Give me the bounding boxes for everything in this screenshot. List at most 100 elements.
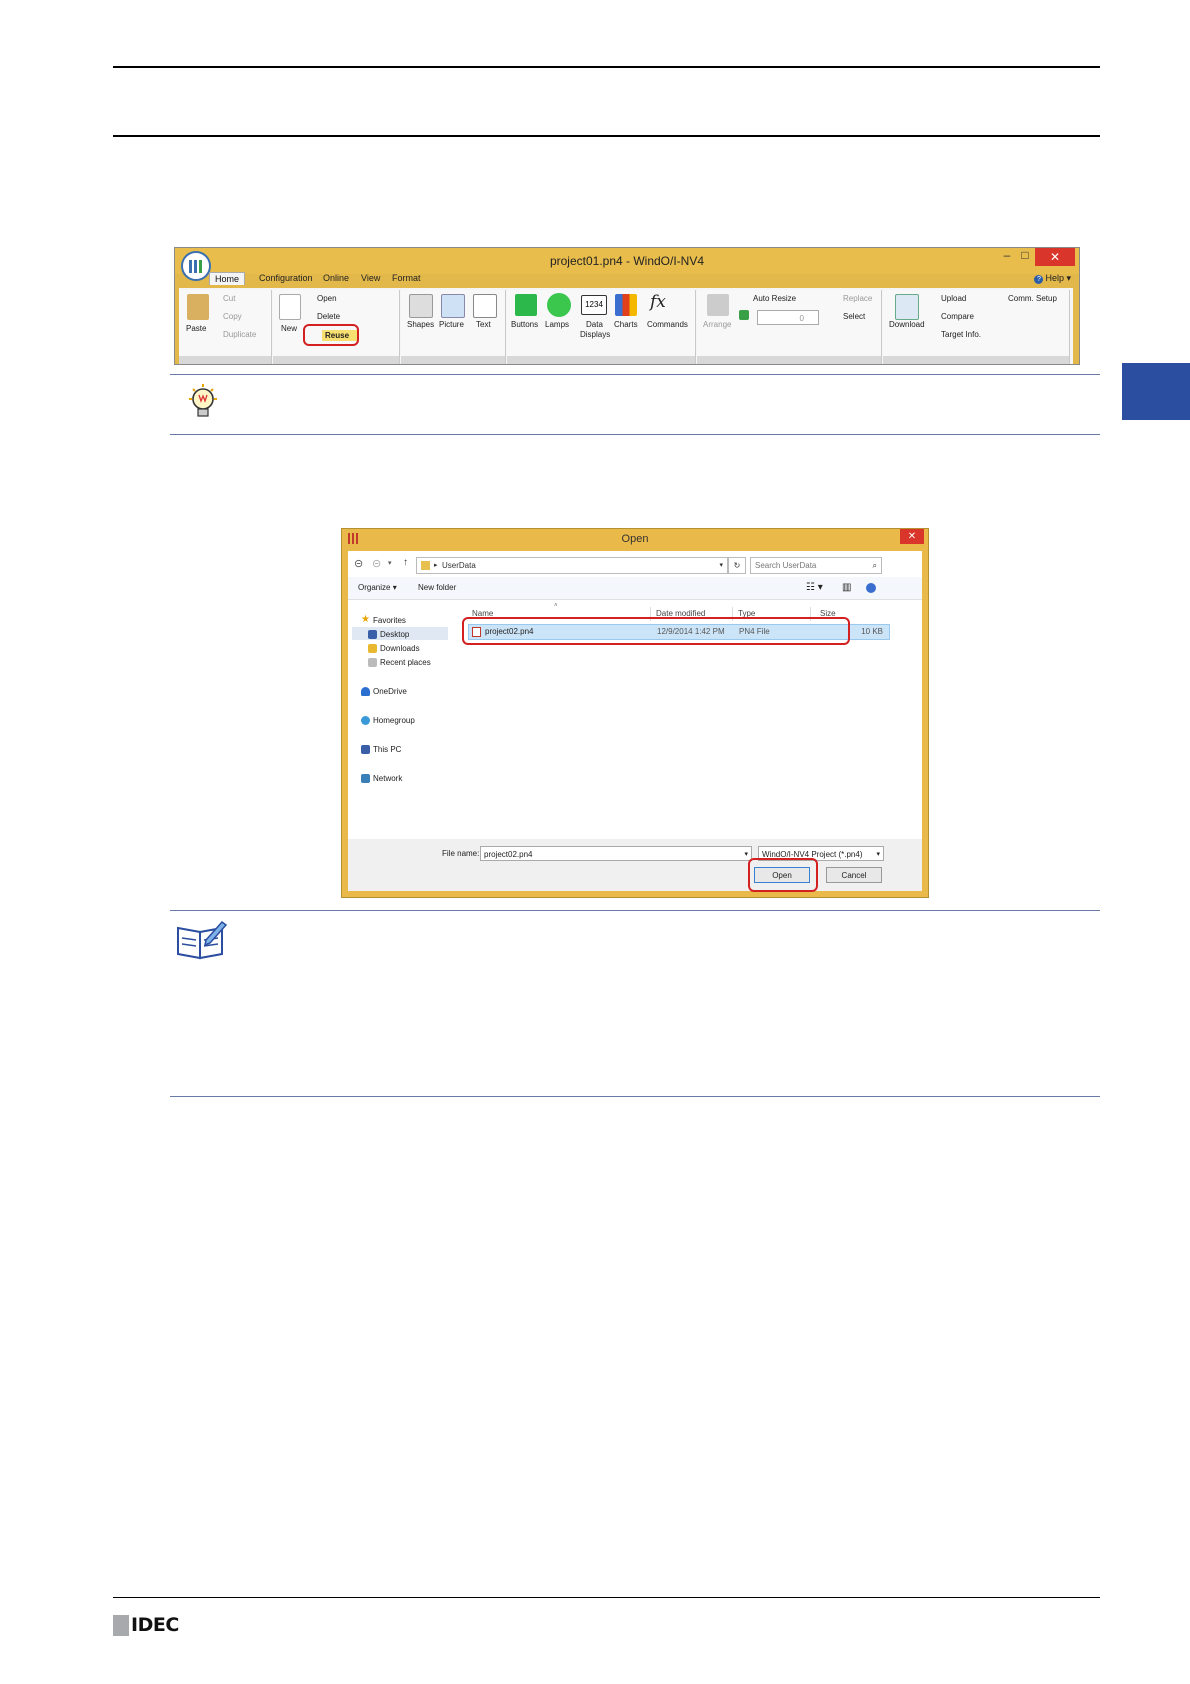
- picture-button[interactable]: Picture: [439, 320, 464, 329]
- copy-button[interactable]: Copy: [223, 312, 242, 321]
- replace-button[interactable]: Replace: [843, 294, 872, 303]
- open-button[interactable]: Open: [317, 294, 337, 303]
- shapes-button[interactable]: Shapes: [407, 320, 434, 329]
- buttons-icon[interactable]: [515, 294, 537, 316]
- select-button[interactable]: Select: [843, 312, 865, 321]
- screen-footer: [273, 356, 399, 364]
- dialog-close-icon[interactable]: ✕: [900, 529, 924, 544]
- arrange-icon[interactable]: [707, 294, 729, 316]
- forward-icon[interactable]: ⊝: [372, 557, 381, 570]
- upload-button[interactable]: Upload: [941, 294, 966, 303]
- target-info-button[interactable]: Target Info.: [941, 330, 981, 339]
- shapes-icon[interactable]: [409, 294, 433, 318]
- resize-icon: [739, 310, 749, 320]
- arrange-button[interactable]: Arrange: [703, 320, 731, 329]
- idec-logo: IDEC: [113, 1615, 185, 1636]
- idec-logo-text: IDEC: [131, 1614, 179, 1636]
- tab-home[interactable]: Home: [209, 272, 246, 285]
- nav-desktop[interactable]: Desktop: [380, 630, 409, 639]
- top-rule: [113, 66, 1100, 68]
- paste-button[interactable]: Paste: [186, 324, 206, 333]
- nav-onedrive[interactable]: OneDrive: [373, 687, 407, 696]
- help-icon[interactable]: [866, 583, 876, 593]
- file-type-dropdown-icon[interactable]: ▾: [876, 847, 880, 862]
- new-button[interactable]: New: [281, 324, 297, 333]
- path-separator: ▸: [434, 562, 438, 569]
- nav-network[interactable]: Network: [373, 774, 402, 783]
- text-icon[interactable]: [473, 294, 497, 318]
- file-name-dropdown-icon[interactable]: ▾: [744, 847, 748, 862]
- dialog-bottom: File name: project02.pn4 ▾ WindO/I-NV4 P…: [348, 839, 922, 892]
- organize-button[interactable]: Organize ▾: [358, 583, 397, 592]
- charts-icon[interactable]: [615, 294, 637, 316]
- tab-online[interactable]: Online: [323, 273, 349, 283]
- help-label: Help: [1045, 273, 1064, 283]
- address-bar[interactable]: ▸ UserData ▾: [416, 557, 728, 574]
- recent-places-icon: [368, 658, 377, 667]
- text-button[interactable]: Text: [476, 320, 491, 329]
- nav-this-pc[interactable]: This PC: [373, 745, 401, 754]
- desktop-icon: [368, 630, 377, 639]
- search-input[interactable]: Search UserData ⌕: [750, 557, 882, 574]
- file-name-input[interactable]: project02.pn4 ▾: [480, 846, 752, 861]
- dialog-content: ⊝ ⊝ ▾ ↑ ▸ UserData ▾ ↻ Search UserData ⌕…: [348, 551, 922, 892]
- address-dropdown-icon[interactable]: ▾: [719, 558, 723, 573]
- cancel-button[interactable]: Cancel: [826, 867, 882, 883]
- download-icon[interactable]: [895, 294, 919, 320]
- lamps-button[interactable]: Lamps: [545, 320, 569, 329]
- compare-button[interactable]: Compare: [941, 312, 974, 321]
- network-icon: [361, 774, 370, 783]
- buttons-button[interactable]: Buttons: [511, 320, 538, 329]
- homegroup-icon: [361, 716, 370, 725]
- picture-icon[interactable]: [441, 294, 465, 318]
- note-bottom-rule: [170, 1096, 1100, 1097]
- dialog-title: Open: [621, 533, 649, 545]
- preview-pane-icon[interactable]: ▥: [842, 582, 851, 593]
- new-screen-icon[interactable]: [279, 294, 301, 320]
- auto-resize-button[interactable]: Auto Resize: [753, 294, 796, 303]
- lamps-icon[interactable]: [547, 293, 571, 317]
- tab-format[interactable]: Format: [392, 273, 421, 283]
- download-button[interactable]: Download: [889, 320, 925, 329]
- nav-downloads[interactable]: Downloads: [380, 644, 420, 653]
- data-displays-icon[interactable]: 1234: [581, 295, 607, 315]
- ribbon-tabs: Home Configuration Online View Format ? H…: [175, 272, 1079, 288]
- delete-button[interactable]: Delete: [317, 312, 340, 321]
- favorites-star-icon: ★: [361, 614, 370, 625]
- duplicate-button[interactable]: Duplicate: [223, 330, 256, 339]
- resize-value-input[interactable]: 0: [757, 310, 819, 325]
- this-pc-icon: [361, 745, 370, 754]
- recent-dropdown-icon[interactable]: ▾: [388, 559, 392, 567]
- note-top-rule: [170, 910, 1100, 911]
- data-displays-label-2[interactable]: Displays: [580, 330, 610, 339]
- chapter-tab: [1122, 363, 1190, 420]
- close-icon[interactable]: ✕: [1035, 248, 1075, 266]
- charts-button[interactable]: Charts: [614, 320, 638, 329]
- maximize-icon[interactable]: □: [1017, 248, 1033, 266]
- nav-favorites[interactable]: Favorites: [373, 616, 406, 625]
- cut-button[interactable]: Cut: [223, 294, 235, 303]
- commands-icon[interactable]: fx: [650, 292, 680, 316]
- open-button-highlight: [748, 858, 818, 892]
- group-project: Download Upload Compare Target Info. Com…: [883, 290, 1070, 364]
- new-folder-button[interactable]: New folder: [418, 583, 456, 592]
- comm-setup-button[interactable]: Comm. Setup: [1008, 294, 1057, 303]
- nav-homegroup[interactable]: Homegroup: [373, 716, 415, 725]
- onedrive-icon: [361, 687, 370, 696]
- window-title: project01.pn4 - WindO/I-NV4: [549, 254, 705, 268]
- refresh-icon[interactable]: ↻: [728, 557, 746, 574]
- paste-icon[interactable]: [187, 294, 209, 320]
- back-icon[interactable]: ⊝: [354, 557, 363, 570]
- view-options-icon[interactable]: ☷ ▾: [806, 582, 823, 593]
- ribbon-screenshot: project01.pn4 - WindO/I-NV4 – □ ✕ Home C…: [174, 247, 1080, 365]
- commands-button[interactable]: Commands: [647, 320, 688, 329]
- data-displays-label-1[interactable]: Data: [586, 320, 603, 329]
- tab-view[interactable]: View: [361, 273, 380, 283]
- editing-footer: [697, 356, 881, 364]
- file-size-cell: 10 KB: [861, 627, 883, 636]
- up-icon[interactable]: ↑: [403, 557, 408, 568]
- help-menu[interactable]: ? Help ▾: [1034, 273, 1071, 284]
- tab-configuration[interactable]: Configuration: [259, 273, 313, 283]
- minimize-icon[interactable]: –: [999, 248, 1015, 266]
- nav-recent-places[interactable]: Recent places: [380, 658, 431, 667]
